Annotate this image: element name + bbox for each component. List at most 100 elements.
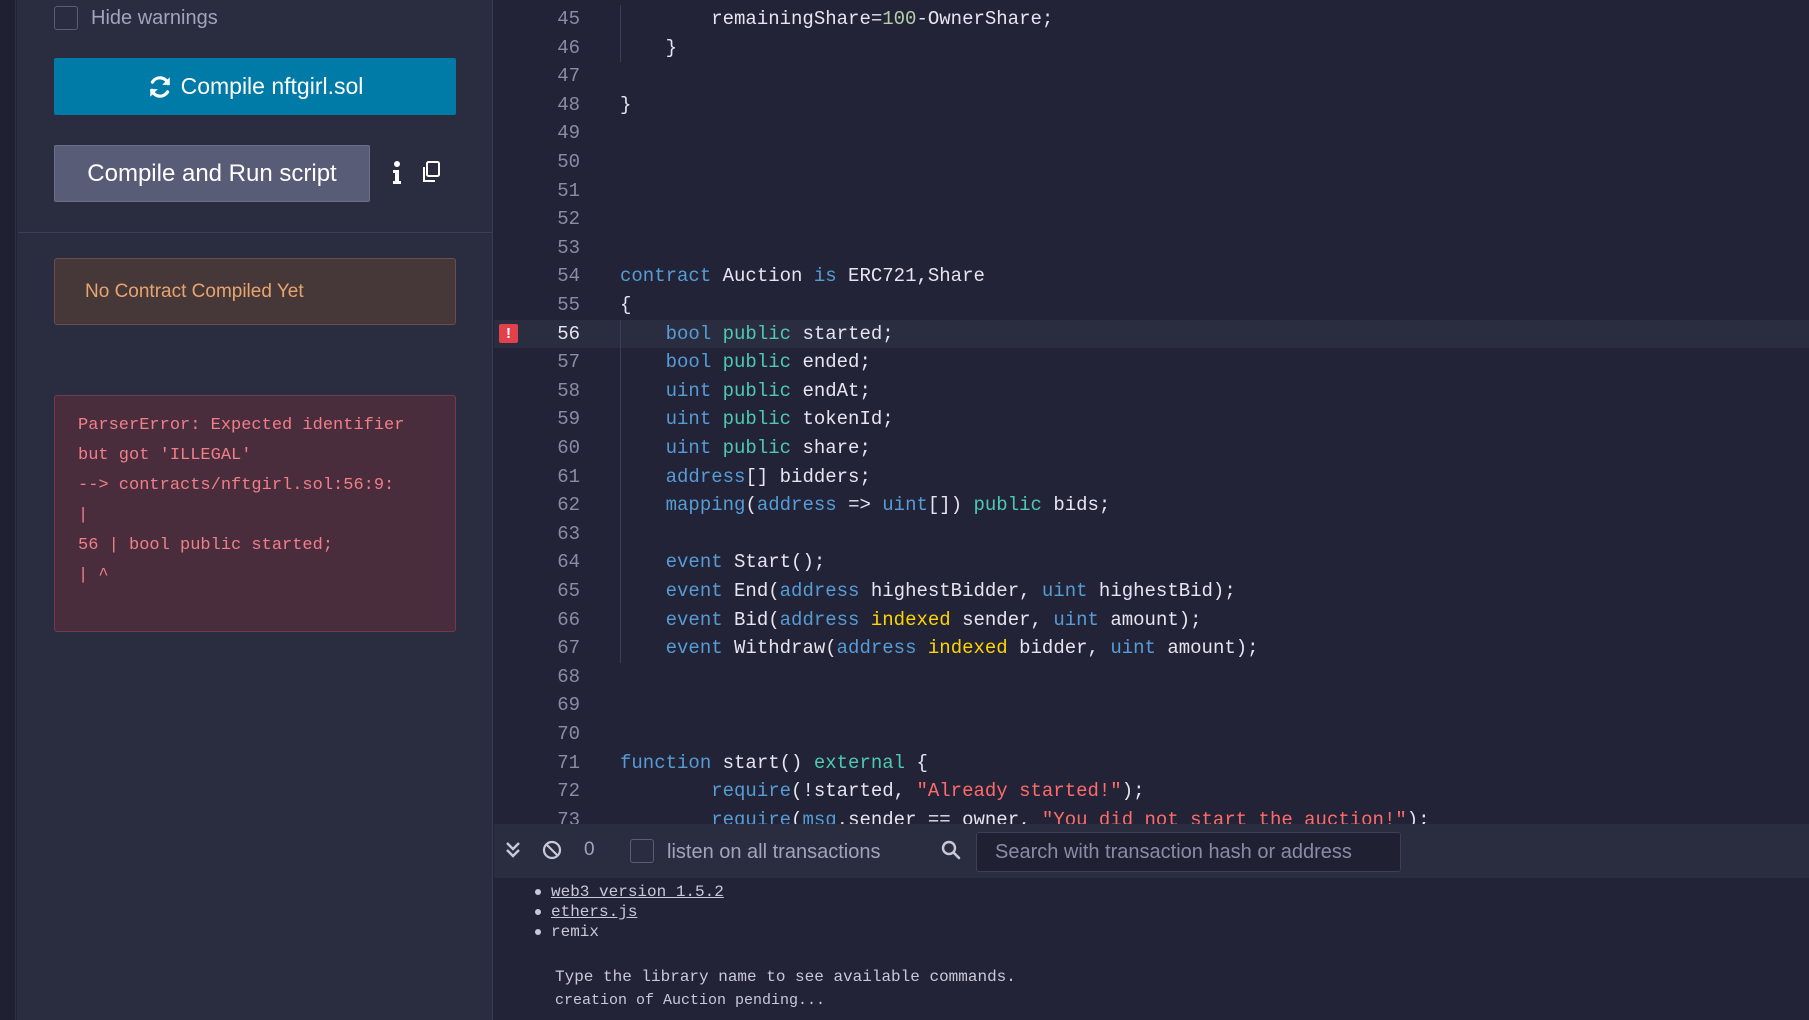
- collapse-terminal-icon[interactable]: [505, 841, 521, 859]
- code-line[interactable]: 65 event End(address highestBidder, uint…: [494, 577, 1809, 606]
- code-line[interactable]: 52: [494, 205, 1809, 234]
- code-line[interactable]: ! 56 bool public started;: [494, 319, 1809, 349]
- code-line[interactable]: 63: [494, 520, 1809, 549]
- code-editor[interactable]: 45 remainingShare=100-OwnerShare; 46 } 47 4…: [494, 0, 1809, 824]
- code-line[interactable]: 45 remainingShare=100-OwnerShare;: [494, 5, 1809, 34]
- bullet: [535, 889, 541, 895]
- ethers-link[interactable]: ethers.js: [551, 903, 637, 921]
- code-line[interactable]: 71 function start() external {: [494, 749, 1809, 778]
- code-line[interactable]: 57 bool public ended;: [494, 348, 1809, 377]
- compile-and-run-label: Compile and Run script: [87, 159, 337, 187]
- indent-guide: [620, 319, 621, 663]
- code-token: uint: [1053, 608, 1099, 631]
- code-token: mapping: [665, 494, 746, 517]
- code-line[interactable]: 60 uint public share;: [494, 434, 1809, 463]
- code-token: "Already started!": [916, 780, 1122, 803]
- line-number: 48: [557, 93, 580, 116]
- code-token: event: [665, 580, 723, 602]
- code-line[interactable]: 70: [494, 720, 1809, 749]
- code-line[interactable]: 51: [494, 177, 1809, 206]
- code-token: "You did not start the auction!": [1041, 808, 1407, 824]
- code-text: event Bid(address indexed sender, uint a…: [620, 606, 1202, 635]
- code-token: End(: [722, 580, 780, 602]
- clear-console-icon[interactable]: [542, 840, 562, 860]
- code-token: );: [1121, 780, 1145, 803]
- library-list-item[interactable]: web3 version 1.5.2: [535, 883, 724, 901]
- compile-button-label: Compile nftgirl.sol: [180, 73, 364, 99]
- code-line[interactable]: 48}: [494, 91, 1809, 120]
- code-line[interactable]: 72 require(!started, "Already started!")…: [494, 777, 1809, 806]
- line-number: 57: [557, 351, 580, 374]
- web3-link[interactable]: web3 version 1.5.2: [551, 883, 724, 901]
- code-token: address: [836, 637, 917, 660]
- code-text: {: [620, 291, 631, 320]
- line-number: 60: [557, 437, 580, 459]
- tx-search-input[interactable]: [976, 832, 1401, 872]
- code-line[interactable]: 46 }: [494, 34, 1809, 63]
- code-line[interactable]: 55 {: [494, 291, 1809, 320]
- line-number: 70: [557, 723, 580, 745]
- hide-warnings-checkbox[interactable]: [54, 6, 78, 30]
- code-line[interactable]: 69: [494, 691, 1809, 720]
- code-token: event: [665, 551, 723, 574]
- code-line[interactable]: 73 require(msg.sender == owner, "You did…: [494, 806, 1809, 824]
- code-token: is: [813, 265, 837, 288]
- compile-button[interactable]: Compile nftgirl.sol: [54, 58, 456, 115]
- line-number: 65: [557, 580, 580, 602]
- code-token: Start();: [722, 551, 826, 574]
- code-text: event Withdraw(address indexed bidder, u…: [620, 634, 1259, 663]
- library-list-item[interactable]: ethers.js: [535, 903, 637, 921]
- code-line[interactable]: 53: [494, 234, 1809, 263]
- info-icon[interactable]: [388, 160, 406, 186]
- code-line[interactable]: 68: [494, 663, 1809, 692]
- code-line[interactable]: 47: [494, 62, 1809, 91]
- code-token: bids;: [1041, 494, 1111, 517]
- line-number: 53: [557, 236, 580, 259]
- error-line: | ^: [78, 566, 109, 585]
- line-number: 56: [557, 322, 580, 345]
- code-line[interactable]: 58 uint public endAt;: [494, 377, 1809, 406]
- error-line: but got 'ILLEGAL': [78, 446, 252, 465]
- terminal-output: web3 version 1.5.2 ethers.js remix Type …: [494, 878, 1809, 1020]
- code-line[interactable]: 67 event Withdraw(address indexed bidder…: [494, 634, 1809, 663]
- code-token: {: [620, 294, 632, 316]
- terminal-hint: Type the library name to see available c…: [555, 968, 1016, 986]
- code-line[interactable]: 62 mapping(address => uint[]) public bid…: [494, 491, 1809, 520]
- line-number: 72: [557, 780, 580, 803]
- code-text: remainingShare=100-OwnerShare;: [620, 5, 1053, 34]
- compile-and-run-button[interactable]: Compile and Run script: [54, 145, 370, 202]
- line-number: 68: [557, 665, 580, 688]
- code-token: Withdraw(: [722, 637, 837, 660]
- code-line[interactable]: 61 address[] bidders;: [494, 463, 1809, 492]
- code-line[interactable]: 49: [494, 119, 1809, 148]
- line-number: 58: [557, 379, 580, 402]
- code-token: public: [973, 494, 1042, 517]
- code-token: address: [779, 608, 860, 631]
- hide-warnings-option[interactable]: Hide warnings: [54, 5, 218, 31]
- code-line[interactable]: 54 contract Auction is ERC721,Share: [494, 262, 1809, 291]
- code-line[interactable]: 66 event Bid(address indexed sender, uin…: [494, 606, 1809, 635]
- copy-icon[interactable]: [421, 161, 441, 183]
- code-token: uint: [882, 494, 928, 517]
- listen-all-tx-checkbox[interactable]: [630, 839, 654, 863]
- panel-divider: [18, 232, 492, 233]
- line-number: 59: [557, 408, 580, 431]
- code-token: highestBidder,: [859, 580, 1042, 602]
- code-token: remainingShare=: [620, 8, 883, 30]
- code-line[interactable]: 50: [494, 148, 1809, 177]
- code-line[interactable]: 59 uint public tokenId;: [494, 405, 1809, 434]
- code-line[interactable]: 64 event Start();: [494, 548, 1809, 577]
- no-contract-alert: No Contract Compiled Yet: [54, 258, 456, 325]
